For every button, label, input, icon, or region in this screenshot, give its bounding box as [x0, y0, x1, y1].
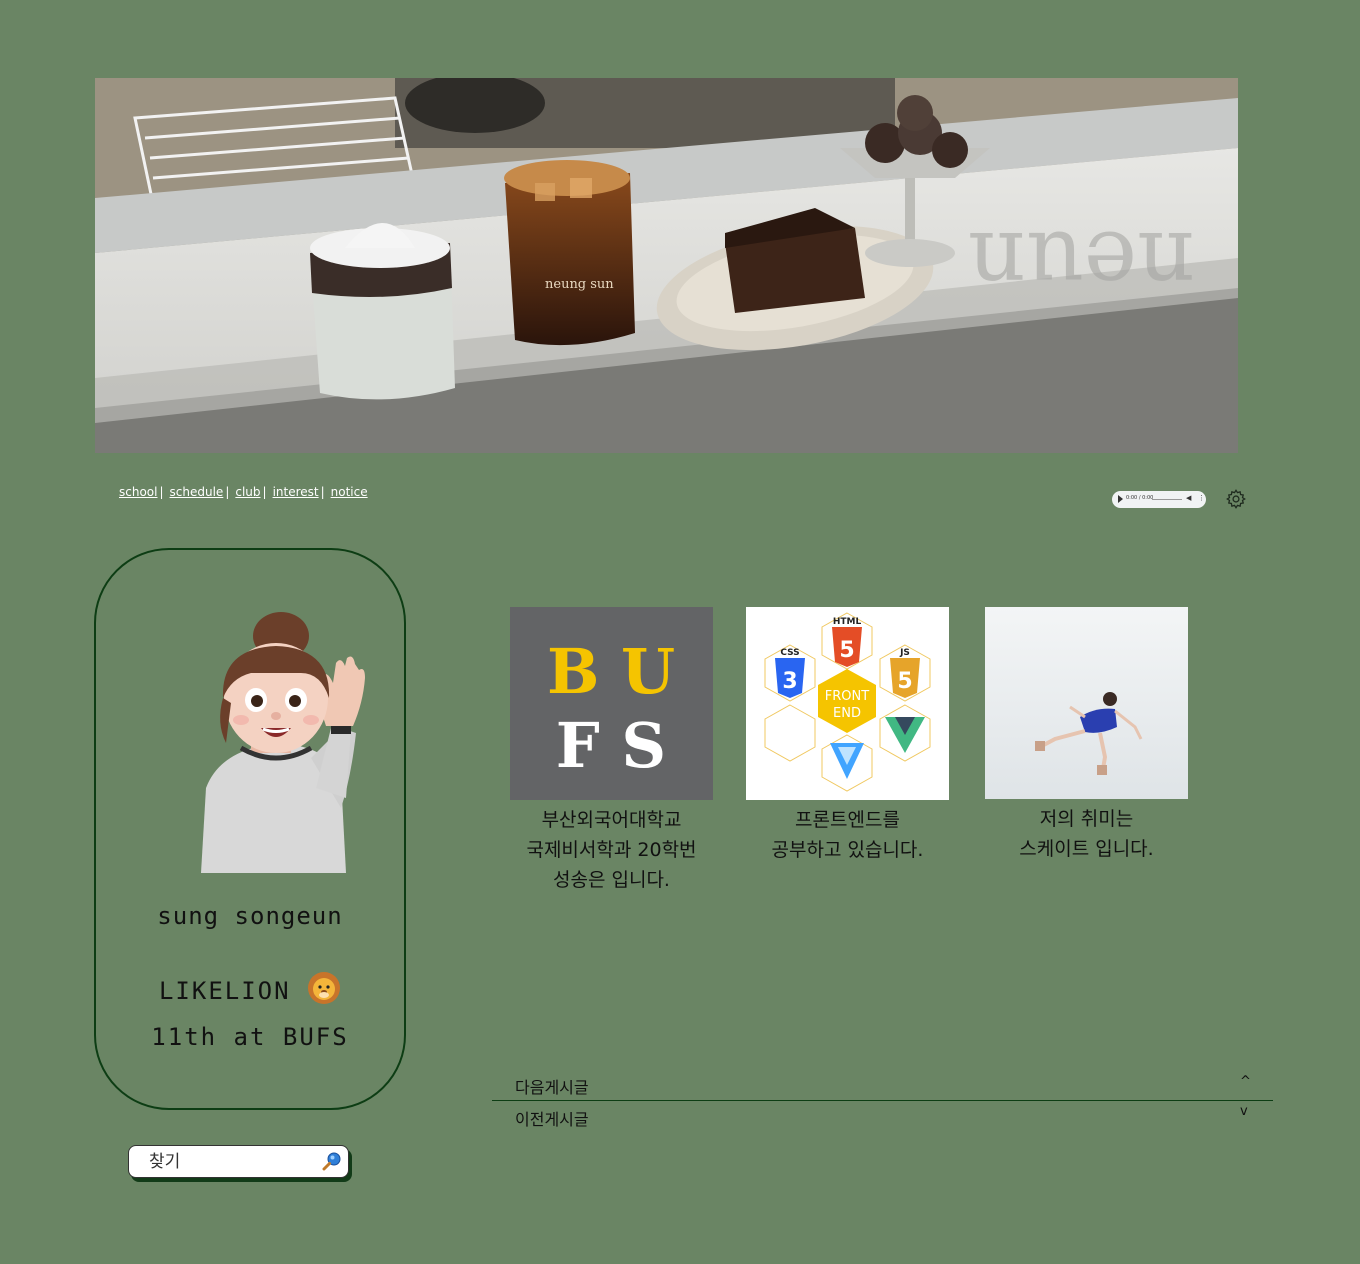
nav-separator: | [262, 485, 267, 499]
caption-line: 국제비서학과 20학번 [526, 839, 697, 861]
profile-name: sung songeun [157, 902, 343, 930]
next-post-link[interactable]: 다음게시글 ^ [492, 1073, 1273, 1101]
caption-line: 프론트엔드를 [795, 809, 900, 831]
js-label: JS [899, 648, 910, 658]
audio-progress-bar[interactable] [1152, 499, 1182, 500]
volume-icon[interactable]: ◀ [1186, 494, 1191, 502]
audio-time: 0:00 / 0:00 [1126, 495, 1154, 501]
css-label: CSS [780, 648, 799, 658]
nav-link-school[interactable]: school [119, 485, 157, 499]
caption-line: 성송은 입니다. [553, 869, 670, 891]
search-icon[interactable] [322, 1151, 342, 1171]
play-icon[interactable] [1118, 495, 1123, 503]
nav-link-interest[interactable]: interest [273, 485, 319, 499]
svg-text:5: 5 [839, 638, 854, 663]
bufs-logo-image: B U F S [510, 607, 713, 800]
nav-link-schedule[interactable]: schedule [170, 485, 224, 499]
svg-text:3: 3 [782, 669, 797, 694]
nav-link-club[interactable]: club [235, 485, 260, 499]
lion-icon [308, 972, 341, 1004]
skating-photo [985, 607, 1188, 799]
frontend-label-1: FRONT [825, 689, 869, 704]
previous-post-label: 이전게시글 [515, 1110, 589, 1129]
caption-line: 저의 취미는 [1039, 808, 1134, 830]
header-banner-image: neun neung sun [95, 78, 1238, 453]
chevron-down-icon: v [1240, 1104, 1248, 1119]
intro-card-hobby[interactable]: 저의 취미는 스케이트 입니다. [985, 607, 1188, 864]
profile-card: sung songeun LIKELION 11th at BUFS [94, 548, 406, 1110]
bufs-logo-bottom: F S [556, 709, 666, 782]
html-label: HTML [833, 617, 862, 627]
club-generation: 11th at BUFS [151, 1023, 349, 1051]
next-post-label: 다음게시글 [515, 1078, 589, 1097]
more-options-icon[interactable]: ⋮ [1198, 494, 1205, 502]
bufs-logo-top: B U [547, 635, 675, 708]
gear-icon[interactable] [1225, 488, 1247, 510]
previous-post-link[interactable]: 이전게시글 v [492, 1104, 1273, 1132]
audio-player[interactable]: 0:00 / 0:00 ◀ ⋮ [1112, 491, 1206, 508]
profile-club: LIKELION 11th at BUFS [96, 968, 404, 1060]
nav-separator: | [225, 485, 230, 499]
top-nav: school | schedule | club | interest | notice [119, 485, 368, 499]
window-lettering: neun [968, 211, 1195, 316]
intro-card-frontend[interactable]: FRONT END HTML 5 CSS 3 JS 5 프론트엔드를 공부하고 … [746, 607, 949, 865]
nav-separator: | [159, 485, 164, 499]
club-name: LIKELION [158, 977, 291, 1005]
caption-line: 공부하고 있습니다. [771, 839, 924, 861]
nav-link-notice[interactable]: notice [331, 485, 368, 499]
frontend-label-2: END [833, 706, 861, 721]
chevron-up-icon: ^ [1240, 1074, 1251, 1089]
card-caption: 프론트엔드를 공부하고 있습니다. [746, 805, 949, 865]
nav-separator: | [320, 485, 325, 499]
svg-text:5: 5 [897, 669, 912, 694]
avatar [201, 612, 365, 873]
search-box [128, 1145, 349, 1178]
search-input[interactable] [147, 1150, 311, 1174]
caption-line: 스케이트 입니다. [1019, 838, 1154, 860]
card-caption: 저의 취미는 스케이트 입니다. [985, 804, 1188, 864]
intro-card-school[interactable]: B U F S 부산외국어대학교 국제비서학과 20학번 성송은 입니다. [510, 607, 713, 895]
cup-lettering: neung sun [545, 277, 614, 292]
caption-line: 부산외국어대학교 [541, 809, 682, 831]
card-caption: 부산외국어대학교 국제비서학과 20학번 성송은 입니다. [510, 805, 713, 895]
frontend-tech-image: FRONT END HTML 5 CSS 3 JS 5 [746, 607, 949, 800]
